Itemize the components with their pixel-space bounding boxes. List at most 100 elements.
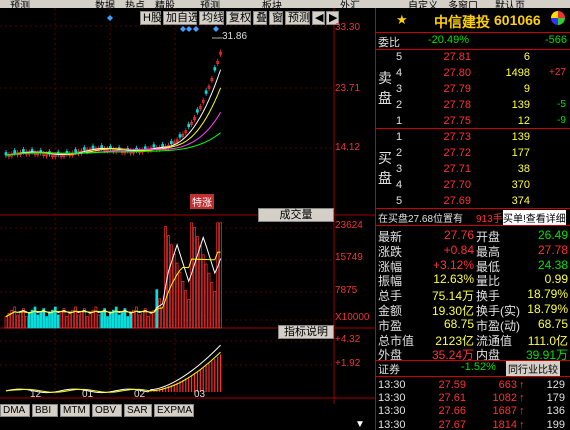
candle-body <box>74 149 77 153</box>
adjust-button[interactable]: 复权 <box>226 11 251 25</box>
volume-axis-mid: 15749 <box>335 252 363 263</box>
candle-body <box>169 140 173 145</box>
tab-dma[interactable]: DMA <box>0 404 30 417</box>
tab-bbi[interactable]: BBI <box>32 404 58 417</box>
volume-bar <box>94 306 98 329</box>
ma-button[interactable]: 均线 <box>199 11 224 25</box>
scroll-down-icon[interactable]: ▼ <box>355 419 365 430</box>
buy-row[interactable]: 4 27.70 370 <box>376 178 570 193</box>
ma10-line <box>5 87 222 156</box>
menu-item-hotspot[interactable]: 热点 <box>125 0 145 8</box>
volume-bar <box>219 222 222 329</box>
menu-item-data[interactable]: 数据 <box>95 0 115 8</box>
buy-level: 3 <box>396 163 403 175</box>
volume-bar <box>161 307 164 329</box>
volume-bar <box>181 281 185 329</box>
arrow-left-icon[interactable]: ◀ <box>312 11 325 25</box>
quote-panel: ★ 中信建投 601066 委比 -20.49% -566 卖盘 5 27.81 6… <box>375 8 570 430</box>
stat-val-1: +3.12% <box>432 257 474 272</box>
volume-bar <box>178 271 182 329</box>
volume-bar <box>201 254 205 329</box>
volume-bar <box>109 313 112 329</box>
volume-axis-unit: X10000 <box>335 312 370 323</box>
buy-row[interactable]: 3 27.71 38 <box>376 162 570 177</box>
volume-bar <box>13 306 17 329</box>
tab-expma[interactable]: EXPMA <box>154 404 194 417</box>
stat-row: 市盈 68.75 市盈(动) 68.75 <box>376 316 570 333</box>
buy-row[interactable]: 1 27.73 139 <box>376 130 570 145</box>
candle-body <box>178 134 182 138</box>
tab-mtm[interactable]: MTM <box>60 404 90 417</box>
menu-item-predict-1[interactable]: 预测 <box>10 0 30 8</box>
stat-row: 最新 27.76 开盘 26.49 <box>376 227 570 244</box>
commission-diff: -566 <box>544 34 567 46</box>
sell-row[interactable]: 5 27.81 6 <box>376 50 570 65</box>
sector-row: 证券 -1.52% 同行业比较 <box>376 360 570 376</box>
buy-volume: 177 <box>511 147 530 159</box>
volume-bar <box>164 226 167 329</box>
price-axis-top: 33.30 <box>335 22 361 33</box>
tick-volume: 1814 <box>492 418 517 430</box>
menu-item-default[interactable]: 默认页 <box>495 0 525 8</box>
stat-val-2: 18.79% <box>527 287 568 302</box>
volume-axis-top: 23624 <box>335 220 363 231</box>
tab-obv[interactable]: OBV <box>92 404 122 417</box>
sell-level: 2 <box>396 99 403 111</box>
order-alert-link[interactable]: 买单!查看详细 <box>503 210 566 225</box>
menu-item-forex[interactable]: 外汇 <box>340 0 360 8</box>
volume-bar <box>207 272 211 329</box>
volume-bar <box>204 263 208 329</box>
buy-level: 2 <box>396 147 403 159</box>
x-axis-label-01: 01 <box>82 389 94 400</box>
volume-bar <box>146 316 150 329</box>
signal-diamond-icon <box>193 26 199 32</box>
sell-row[interactable]: 2 27.78 139 -5 <box>376 98 570 113</box>
order-alert-row[interactable]: 在买盘27.68位置有 913手 买单!查看详细 <box>376 209 570 225</box>
stat-row: 总手 75.14万 换手 18.79% <box>376 286 570 303</box>
sell-price: 27.80 <box>443 67 471 79</box>
stat-row: 涨跌 +0.84 最高 27.78 <box>376 242 570 259</box>
forecast-button[interactable]: 预测 <box>285 11 310 25</box>
tick-direction-icon: ↑ <box>519 392 525 405</box>
volume-bar <box>36 314 40 329</box>
volume-bar <box>117 314 121 329</box>
sector-pct: -1.52% <box>461 361 496 373</box>
hshare-button[interactable]: H股 <box>140 11 162 25</box>
sell-row[interactable]: 4 27.80 1498 +27 <box>376 66 570 81</box>
indicator-panel-label[interactable]: 指标说明 <box>278 325 334 339</box>
stat-val-2: 24.38 <box>537 257 568 272</box>
globe-icon[interactable] <box>551 11 565 25</box>
x-axis-label-12: 12 <box>30 389 42 400</box>
sell-volume: 1498 <box>505 67 530 79</box>
window-button[interactable]: 窗 <box>269 11 283 25</box>
peer-compare-button[interactable]: 同行业比较 <box>506 361 560 376</box>
volume-bar <box>100 311 104 329</box>
price-axis-low: 14.12 <box>335 142 361 153</box>
buy-level: 1 <box>396 131 403 143</box>
menu-item-picks[interactable]: 精股 <box>155 0 175 8</box>
tab-sar[interactable]: SAR <box>124 404 152 417</box>
menu-item-predict-2[interactable]: 预测 <box>200 0 220 8</box>
overlay-button[interactable]: 叠 <box>253 11 267 25</box>
buy-row[interactable]: 5 27.69 374 <box>376 194 570 209</box>
top-menu-bar: 预测 数据 热点 精股 预测 板块 外汇 自定义 多窗口 默认页 <box>0 0 570 8</box>
tick-count: 136 <box>546 405 565 418</box>
kline-chart-area[interactable]: H股 加自选 均线 复权 叠 窗 预测 ◀ ▶ 33.30 23.71 14.1… <box>0 8 375 430</box>
sector-name[interactable]: 证券 <box>378 361 400 377</box>
volume-bar <box>120 311 124 329</box>
commission-ratio: -20.49% <box>428 34 469 46</box>
candle-body <box>22 149 25 153</box>
buy-row[interactable]: 2 27.72 177 <box>376 146 570 161</box>
ma5-line <box>5 69 222 156</box>
volume-panel-label[interactable]: 成交量 <box>258 208 334 222</box>
tick-count: 129 <box>546 379 565 391</box>
add-watchlist-button[interactable]: 加自选 <box>163 11 199 25</box>
stock-title-row: ★ 中信建投 601066 <box>376 10 570 30</box>
menu-item-sector[interactable]: 板块 <box>262 0 282 8</box>
sell-row[interactable]: 3 27.79 9 <box>376 82 570 97</box>
favorite-star-icon[interactable]: ★ <box>396 12 408 28</box>
tick-volume: 1082 <box>492 392 517 405</box>
menu-item-custom[interactable]: 自定义 <box>408 0 438 8</box>
menu-item-multiwindow[interactable]: 多窗口 <box>448 0 478 8</box>
sell-row[interactable]: 1 27.75 12 -9 <box>376 114 570 129</box>
